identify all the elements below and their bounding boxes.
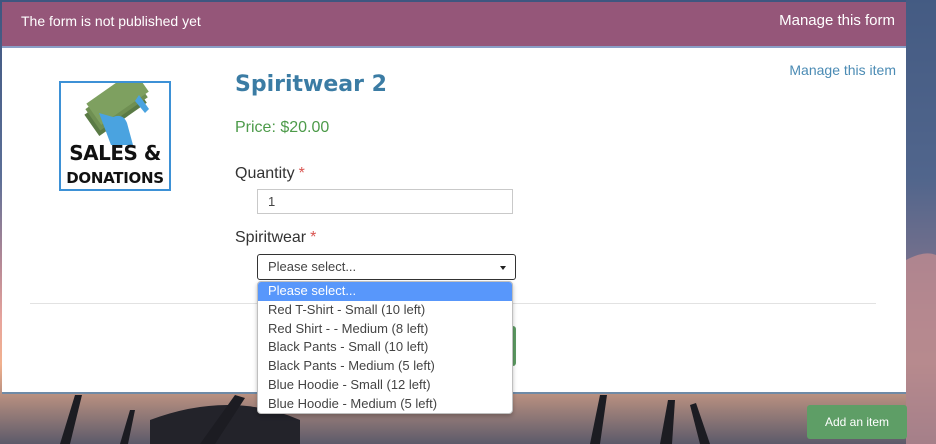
quantity-label-text: Quantity [235,165,295,182]
required-marker: * [298,165,305,182]
money-hand-icon [84,83,149,145]
spiritwear-label: Spiritwear * [235,229,316,247]
item-price: Price: $20.00 [235,119,330,136]
manage-form-link[interactable]: Manage this form [779,12,895,29]
required-marker: * [310,229,317,246]
dropdown-option[interactable]: Black Pants - Medium (5 left) [258,357,512,376]
add-item-button[interactable]: Add an item [807,405,907,439]
dropdown-option[interactable]: Blue Hoodie - Small (12 left) [258,376,512,395]
dropdown-option[interactable]: Please select... [258,282,512,301]
manage-item-link[interactable]: Manage this item [789,62,896,78]
spiritwear-select-value: Please select... [268,259,357,274]
spiritwear-select[interactable]: Please select... [257,254,516,280]
quantity-input[interactable]: 1 [257,189,513,214]
spiritwear-label-text: Spiritwear [235,229,307,246]
dropdown-option[interactable]: Blue Hoodie - Medium (5 left) [258,395,512,413]
caret-down-icon [500,266,506,270]
dropdown-option[interactable]: Red T-Shirt - Small (10 left) [258,301,512,320]
logo-text-donations: DONATIONS [66,169,164,187]
item-title: Spiritwear 2 [235,72,387,97]
dropdown-option[interactable]: Black Pants - Small (10 left) [258,338,512,357]
spiritwear-dropdown-list: Please select... Red T-Shirt - Small (10… [257,281,513,414]
unpublished-notice: The form is not published yet [21,13,201,29]
publish-status-bar: The form is not published yet Manage thi… [2,2,906,48]
logo-text-sales: SALES & [69,141,161,165]
quantity-label: Quantity * [235,165,305,183]
dropdown-option[interactable]: Red Shirt - - Medium (8 left) [258,320,512,339]
item-image: SALES & DONATIONS [59,81,171,191]
